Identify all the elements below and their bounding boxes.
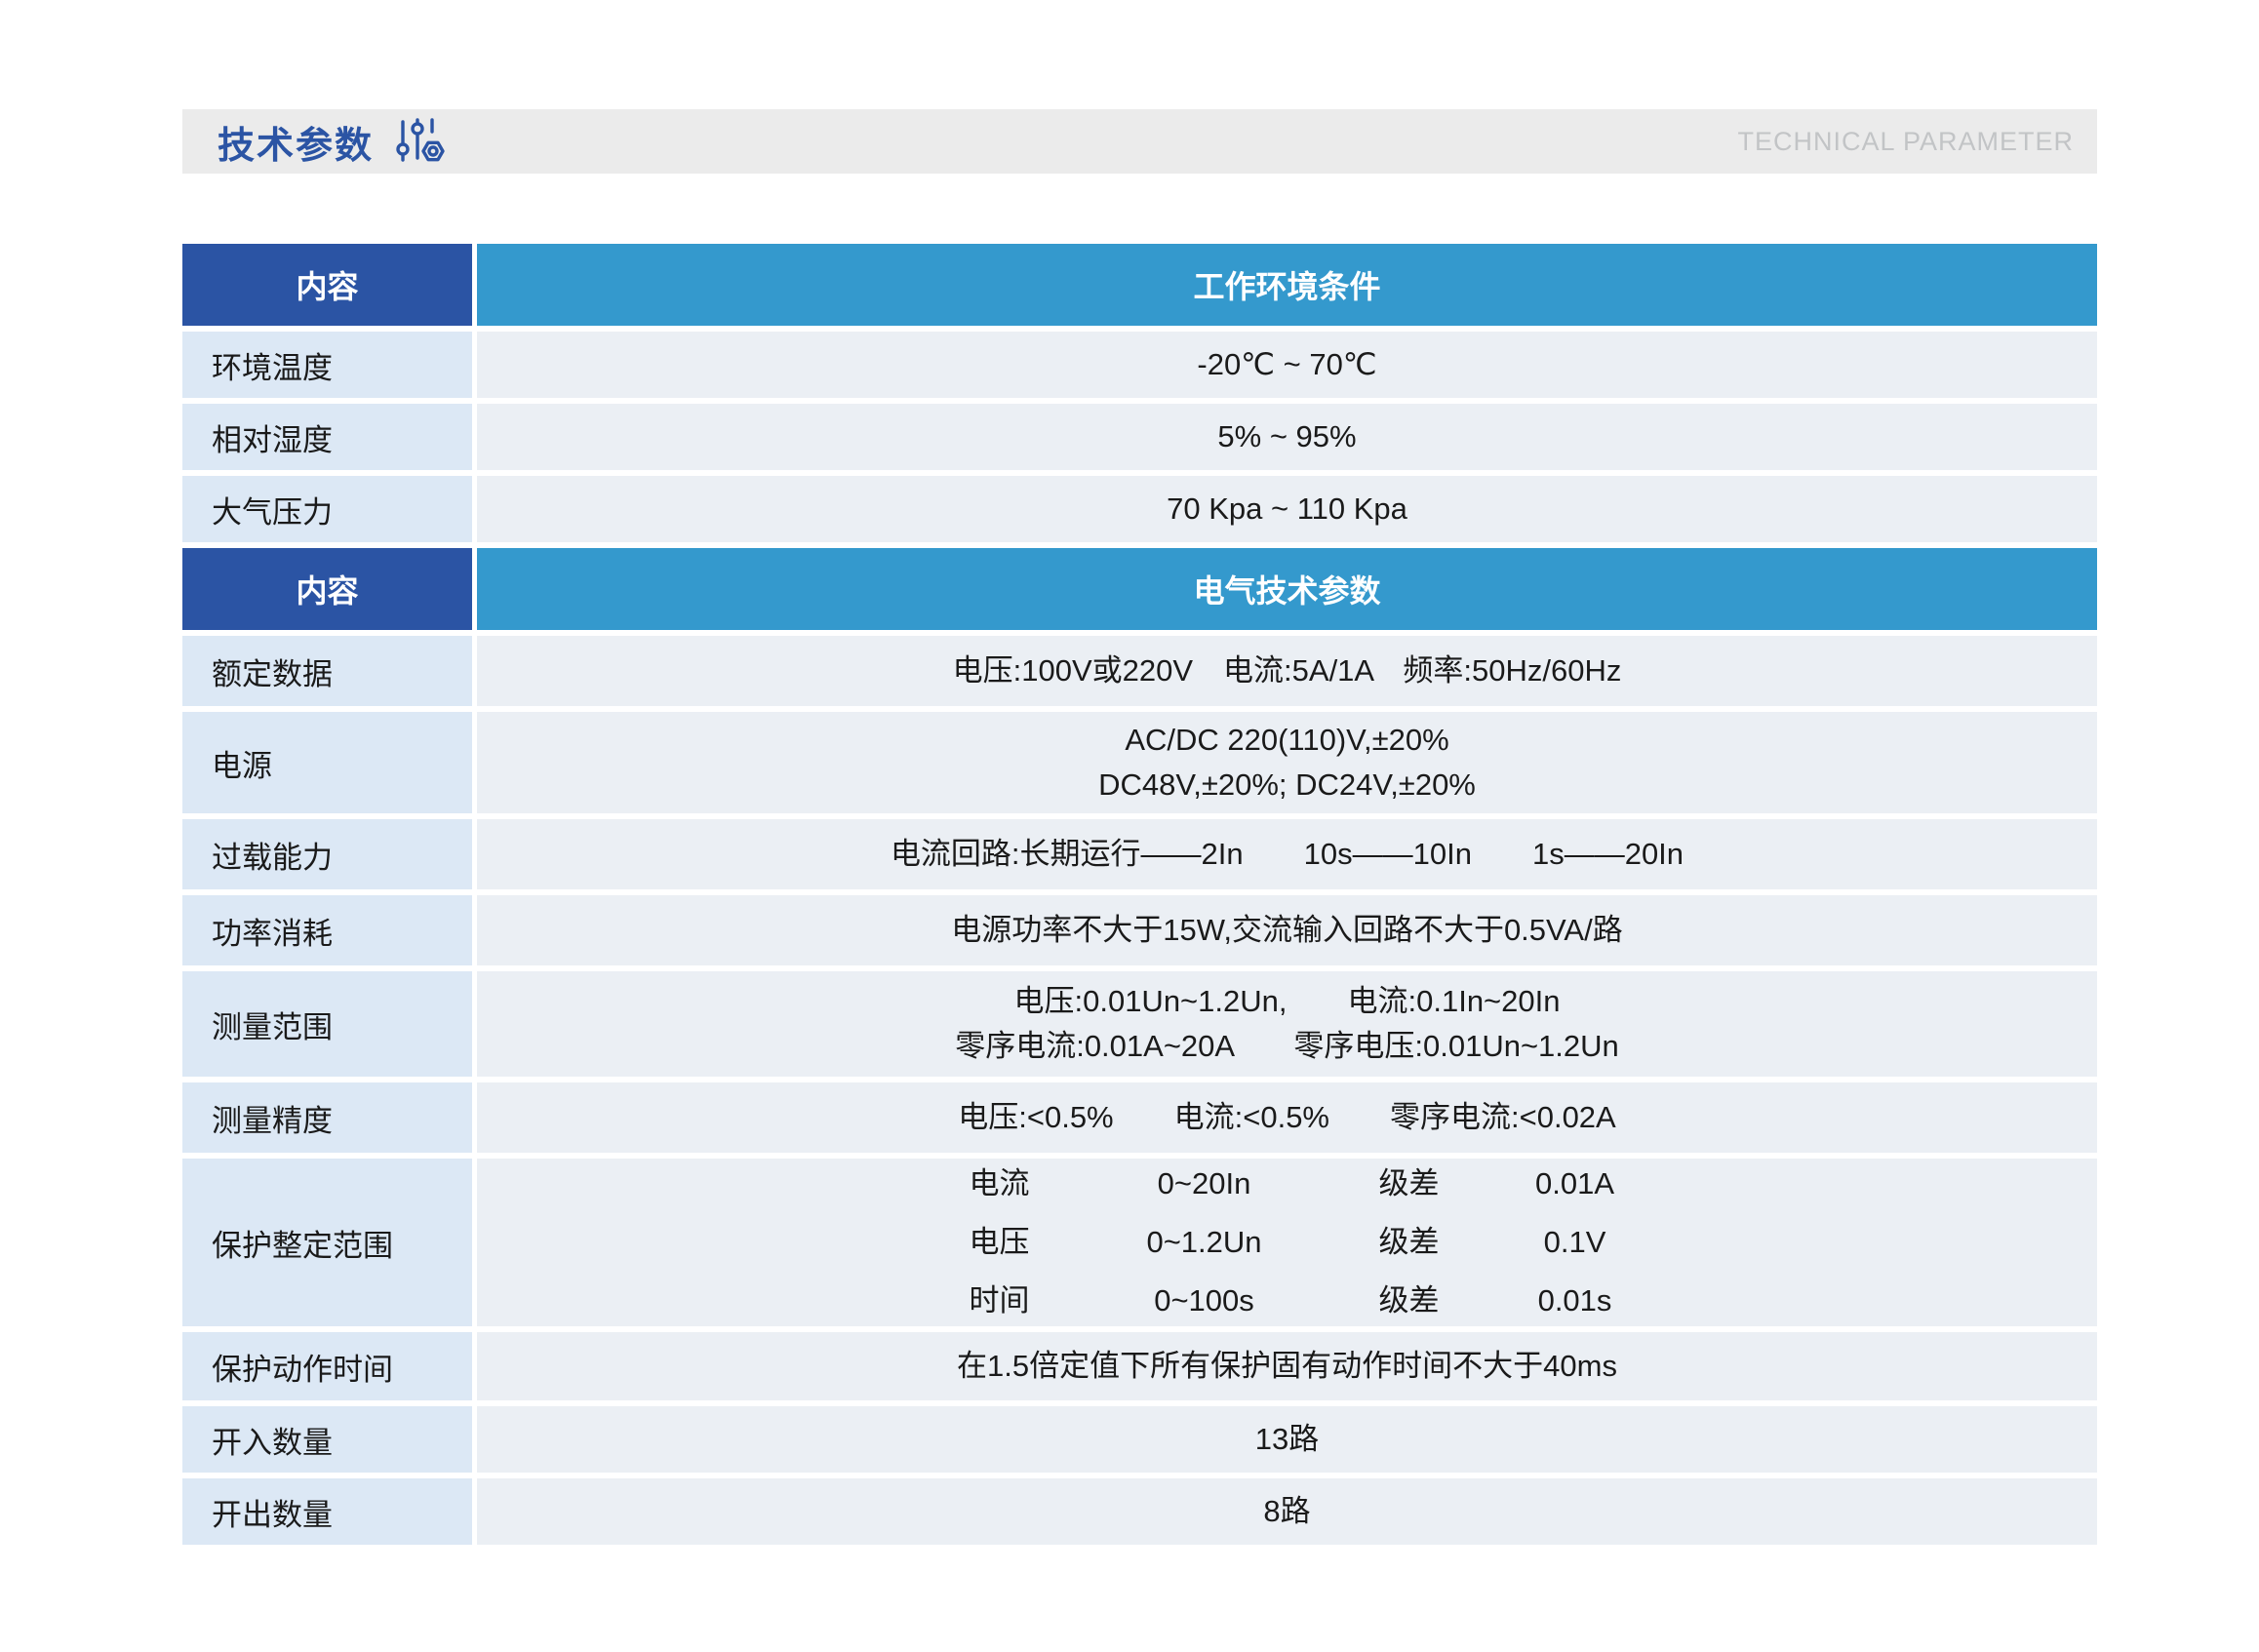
- row-value: 在1.5倍定值下所有保护固有动作时间不大于40ms: [477, 1332, 2097, 1400]
- row-value: 电压:100V或220V 电流:5A/1A 频率:50Hz/60Hz: [477, 636, 2097, 706]
- sliders-gear-icon: [393, 117, 448, 166]
- value-line: 零序电流:0.01A~20A 零序电压:0.01Un~1.2Un: [955, 1024, 1619, 1070]
- header-working-environment-cell: 工作环境条件: [477, 244, 2097, 326]
- section-header-bar: 技术参数 TECHNICAL PARAMETER: [182, 109, 2097, 174]
- technical-parameter-table: 内容 工作环境条件 环境温度 -20℃ ~ 70℃ 相对湿度 5% ~ 95% …: [182, 244, 2097, 1545]
- row-value: 电流 0~20In 级差 0.01A 电压 0~1.2Un 级差 0.1V 时间…: [477, 1159, 2097, 1326]
- value-line: 在1.5倍定值下所有保护固有动作时间不大于40ms: [957, 1344, 1617, 1390]
- grid-cell: 0.01s: [1492, 1284, 1658, 1318]
- value-line: DC48V,±20%; DC24V,±20%: [1098, 763, 1476, 808]
- row-label: 开入数量: [182, 1406, 472, 1473]
- row-label: 保护整定范围: [182, 1159, 472, 1326]
- grid-cell: 级差: [1327, 1284, 1492, 1318]
- grid-cell: 级差: [1327, 1226, 1492, 1259]
- table-row-relative-humidity: 相对湿度 5% ~ 95%: [182, 404, 2097, 470]
- table-row-ambient-temperature: 环境温度 -20℃ ~ 70℃: [182, 332, 2097, 398]
- working-environment-header-row: 内容 工作环境条件: [182, 244, 2097, 326]
- row-value: -20℃ ~ 70℃: [477, 332, 2097, 398]
- table-row-power-consumption: 功率消耗 电源功率不大于15W,交流输入回路不大于0.5VA/路: [182, 895, 2097, 965]
- value-line: 8路: [1263, 1489, 1310, 1535]
- page-title: 技术参数: [218, 115, 374, 169]
- table-row-protection-action-time: 保护动作时间 在1.5倍定值下所有保护固有动作时间不大于40ms: [182, 1332, 2097, 1400]
- row-label: 相对湿度: [182, 404, 472, 470]
- value-line: 5% ~ 95%: [1217, 414, 1356, 460]
- row-label: 环境温度: [182, 332, 472, 398]
- row-value: 70 Kpa ~ 110 Kpa: [477, 476, 2097, 542]
- row-label: 测量范围: [182, 971, 472, 1077]
- setting-range-grid: 电流 0~20In 级差 0.01A 电压 0~1.2Un 级差 0.1V 时间…: [917, 1167, 1658, 1318]
- row-value: 电源功率不大于15W,交流输入回路不大于0.5VA/路: [477, 895, 2097, 965]
- row-label: 额定数据: [182, 636, 472, 706]
- row-label: 过载能力: [182, 819, 472, 889]
- row-value: 电压:0.01Un~1.2Un, 电流:0.1In~20In 零序电流:0.01…: [477, 971, 2097, 1077]
- grid-cell: 级差: [1327, 1167, 1492, 1200]
- table-row-digital-output-count: 开出数量 8路: [182, 1478, 2097, 1545]
- row-value: 电流回路:长期运行——2In 10s——10In 1s——20In: [477, 819, 2097, 889]
- table-row-overload-capability: 过载能力 电流回路:长期运行——2In 10s——10In 1s——20In: [182, 819, 2097, 889]
- grid-cell: 0~1.2Un: [1083, 1226, 1327, 1259]
- row-label: 测量精度: [182, 1082, 472, 1153]
- value-line: 70 Kpa ~ 110 Kpa: [1167, 487, 1407, 532]
- table-row-power-supply: 电源 AC/DC 220(110)V,±20% DC48V,±20%; DC24…: [182, 712, 2097, 813]
- grid-cell: 0~20In: [1083, 1167, 1327, 1200]
- table-row-measurement-range: 测量范围 电压:0.01Un~1.2Un, 电流:0.1In~20In 零序电流…: [182, 971, 2097, 1077]
- table-row-digital-input-count: 开入数量 13路: [182, 1406, 2097, 1473]
- grid-cell: 时间: [917, 1284, 1083, 1318]
- header-content-cell: 内容: [182, 548, 472, 630]
- row-value: 8路: [477, 1478, 2097, 1545]
- grid-cell: 0.1V: [1492, 1226, 1658, 1259]
- row-value: 电压:<0.5% 电流:<0.5% 零序电流:<0.02A: [477, 1082, 2097, 1153]
- table-row-atmospheric-pressure: 大气压力 70 Kpa ~ 110 Kpa: [182, 476, 2097, 542]
- row-value: AC/DC 220(110)V,±20% DC48V,±20%; DC24V,±…: [477, 712, 2097, 813]
- value-line: AC/DC 220(110)V,±20%: [1125, 718, 1448, 764]
- header-content-cell: 内容: [182, 244, 472, 326]
- row-label: 保护动作时间: [182, 1332, 472, 1400]
- value-line: -20℃ ~ 70℃: [1197, 342, 1376, 388]
- value-line: 电压:100V或220V 电流:5A/1A 频率:50Hz/60Hz: [953, 649, 1622, 694]
- grid-cell: 0~100s: [1083, 1284, 1327, 1318]
- table-row-protection-setting-range: 保护整定范围 电流 0~20In 级差 0.01A 电压 0~1.2Un 级差 …: [182, 1159, 2097, 1326]
- row-label: 电源: [182, 712, 472, 813]
- row-label: 开出数量: [182, 1478, 472, 1545]
- grid-cell: 0.01A: [1492, 1167, 1658, 1200]
- row-label: 功率消耗: [182, 895, 472, 965]
- value-line: 电源功率不大于15W,交流输入回路不大于0.5VA/路: [951, 908, 1622, 954]
- grid-cell: 电流: [917, 1167, 1083, 1200]
- row-value: 5% ~ 95%: [477, 404, 2097, 470]
- electrical-parameter-header-row: 内容 电气技术参数: [182, 548, 2097, 630]
- header-electrical-parameter-cell: 电气技术参数: [477, 548, 2097, 630]
- value-line: 电压:0.01Un~1.2Un, 电流:0.1In~20In: [1013, 979, 1560, 1025]
- value-line: 电流回路:长期运行——2In 10s——10In 1s——20In: [891, 832, 1684, 878]
- table-row-measurement-accuracy: 测量精度 电压:<0.5% 电流:<0.5% 零序电流:<0.02A: [182, 1082, 2097, 1153]
- grid-cell: 电压: [917, 1226, 1083, 1259]
- value-line: 电压:<0.5% 电流:<0.5% 零序电流:<0.02A: [958, 1095, 1615, 1141]
- value-line: 13路: [1255, 1417, 1319, 1463]
- page-title-english: TECHNICAL PARAMETER: [1737, 127, 2074, 157]
- row-value: 13路: [477, 1406, 2097, 1473]
- table-row-rated-data: 额定数据 电压:100V或220V 电流:5A/1A 频率:50Hz/60Hz: [182, 636, 2097, 706]
- row-label: 大气压力: [182, 476, 472, 542]
